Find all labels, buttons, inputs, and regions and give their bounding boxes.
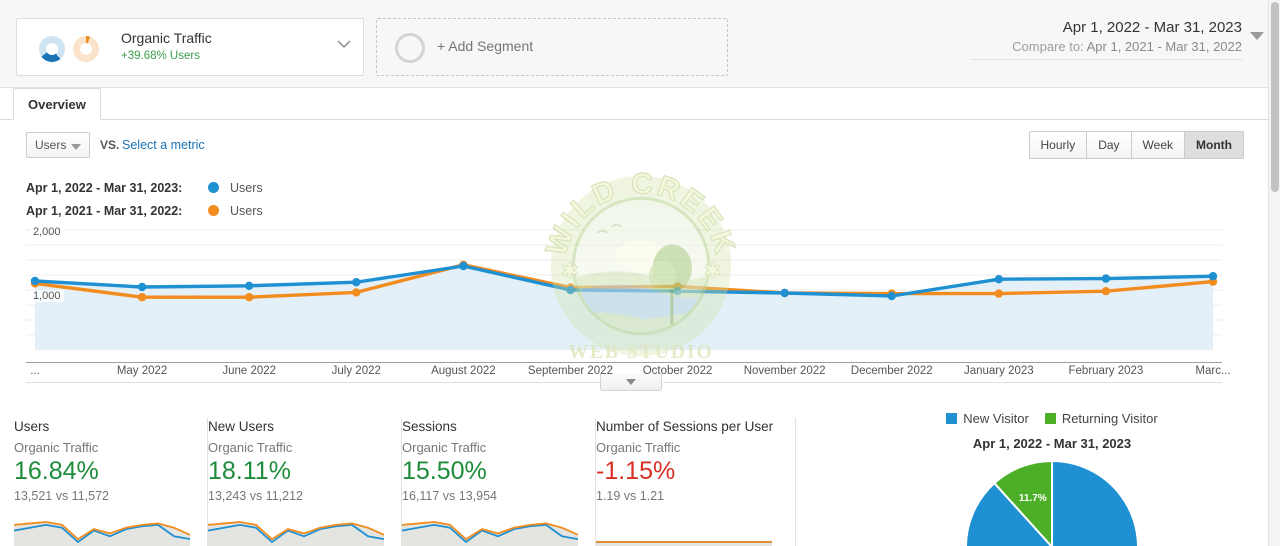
date-range-compare: Compare to: Apr 1, 2021 - Mar 31, 2022	[972, 38, 1242, 56]
pie-legend: New Visitor Returning Visitor	[916, 411, 1188, 426]
vertical-scrollbar[interactable]	[1268, 0, 1280, 546]
empty-circle-icon	[395, 33, 425, 63]
users-over-time-chart[interactable]: 2,000 1,000	[26, 222, 1222, 362]
x-axis-tick: Marc...	[1195, 365, 1231, 377]
metric-card-segment: Organic Traffic	[402, 440, 487, 455]
metric-card-title: Sessions	[402, 419, 457, 434]
legend-row-current: Apr 1, 2022 - Mar 31, 2023: Users	[26, 176, 263, 199]
granularity-day[interactable]: Day	[1087, 132, 1132, 158]
pie-legend-returning-visitor[interactable]: Returning Visitor	[1044, 411, 1158, 426]
metric-controls-row: Users VS. Select a metric Hourly Day Wee…	[0, 121, 1268, 167]
vs-label: VS.	[100, 138, 120, 152]
metric-card-comparison: 16,117 vs 13,954	[402, 489, 497, 503]
legend-label-new-visitor: New Visitor	[963, 411, 1029, 426]
metric-card-sparkline	[596, 541, 772, 546]
legend-dot-current	[208, 182, 219, 193]
metric-card-comparison: 13,243 vs 11,212	[208, 489, 303, 503]
metric-card-comparison: 1.19 vs 1.21	[596, 489, 665, 503]
date-range-primary: Apr 1, 2022 - Mar 31, 2023	[1062, 19, 1242, 36]
line-chart-svg	[26, 222, 1222, 362]
primary-metric-select[interactable]: Users	[26, 132, 90, 158]
legend-dot-compare	[208, 205, 219, 216]
metric-card-segment: Organic Traffic	[596, 440, 681, 455]
segment-bar: Organic Traffic +39.68% Users + Add Segm…	[0, 0, 1268, 88]
metric-card-sessions[interactable]: Sessions Organic Traffic 15.50% 16,117 v…	[402, 418, 596, 546]
metric-card-new-users[interactable]: New Users Organic Traffic 18.11% 13,243 …	[208, 418, 402, 546]
metric-card-title: Number of Sessions per User	[596, 419, 774, 434]
metric-card-sparkline	[402, 521, 578, 546]
date-range-underline	[972, 59, 1242, 60]
metric-card-sessions-per-user[interactable]: Number of Sessions per User Organic Traf…	[596, 418, 796, 546]
add-segment-button[interactable]: + Add Segment	[376, 18, 728, 76]
granularity-week[interactable]: Week	[1131, 132, 1186, 158]
chevron-down-icon[interactable]	[335, 35, 353, 53]
tab-overview[interactable]: Overview	[13, 88, 101, 120]
granularity-month[interactable]: Month	[1185, 132, 1243, 158]
chevron-down-icon	[71, 144, 81, 150]
x-axis-tick: August 2022	[431, 365, 496, 377]
metric-card-segment: Organic Traffic	[14, 440, 99, 455]
x-axis-tick: November 2022	[743, 365, 826, 377]
x-axis-tick: ...	[30, 365, 40, 377]
legend-row-compare: Apr 1, 2021 - Mar 31, 2022: Users	[26, 199, 263, 222]
metric-card-percent: 16.84%	[14, 457, 99, 485]
compare-to-value: Apr 1, 2021 - Mar 31, 2022	[1086, 39, 1242, 54]
metric-card-sparkline	[14, 521, 190, 546]
metric-card-title: Users	[14, 419, 50, 434]
add-segment-label: + Add Segment	[437, 38, 534, 54]
metric-card-percent: 15.50%	[402, 457, 487, 485]
pie-chart-title: Apr 1, 2022 - Mar 31, 2023	[972, 436, 1132, 451]
pie-slice-label: 11.7%	[1019, 493, 1047, 504]
chevron-down-icon[interactable]	[1250, 32, 1264, 40]
metric-card-title: New Users	[208, 419, 275, 434]
x-axis-tick: January 2023	[963, 365, 1034, 377]
select-a-metric-link[interactable]: Select a metric	[122, 138, 205, 152]
pie-legend-new-visitor[interactable]: New Visitor	[946, 411, 1029, 426]
metric-card-sparkline	[208, 521, 384, 546]
chart-collapse-handle[interactable]	[600, 374, 662, 391]
metric-card-comparison: 13,521 vs 11,572	[14, 489, 109, 503]
granularity-hourly[interactable]: Hourly	[1029, 132, 1088, 158]
segment-name: Organic Traffic	[121, 30, 212, 46]
segment-donut-icons	[39, 36, 113, 62]
x-axis-tick: June 2022	[222, 365, 277, 377]
analytics-audience-overview-screen: Organic Traffic +39.68% Users + Add Segm…	[0, 0, 1280, 546]
x-axis-tick: December 2022	[850, 365, 933, 377]
pie-chart-svg[interactable]: 11.7%	[932, 457, 1172, 546]
x-axis-tick: February 2023	[1068, 365, 1144, 377]
tab-overview-label: Overview	[28, 96, 86, 112]
chart-legend: Apr 1, 2022 - Mar 31, 2023: Users Apr 1,…	[26, 176, 263, 222]
legend-metric-current: Users	[230, 180, 263, 195]
x-axis-tick: July 2022	[331, 365, 381, 377]
metric-cards-row: Users Organic Traffic 16.84% 13,521 vs 1…	[14, 418, 914, 546]
segment-delta: +39.68% Users	[121, 50, 200, 62]
legend-swatch-new-visitor	[946, 413, 958, 424]
x-axis-line	[26, 362, 1222, 363]
x-axis-tick: May 2022	[116, 365, 168, 377]
legend-label-returning-visitor: Returning Visitor	[1061, 411, 1158, 426]
compare-to-label: Compare to:	[1012, 39, 1084, 54]
y-axis-label-1000: 1,000	[30, 290, 64, 302]
donut-chart-orange-icon	[73, 36, 99, 62]
primary-metric-value: Users	[35, 138, 67, 152]
metric-card-percent: 18.11%	[208, 457, 291, 485]
legend-date-compare: Apr 1, 2021 - Mar 31, 2022:	[26, 203, 183, 218]
metric-card-users[interactable]: Users Organic Traffic 16.84% 13,521 vs 1…	[14, 418, 208, 546]
segment-card-organic-traffic[interactable]: Organic Traffic +39.68% Users	[16, 18, 364, 76]
metric-card-percent: -1.15%	[596, 457, 676, 485]
granularity-button-group: Hourly Day Week Month	[1028, 131, 1244, 159]
legend-swatch-returning-visitor	[1044, 413, 1056, 424]
legend-metric-compare: Users	[230, 203, 263, 218]
y-axis-label-2000: 2,000	[30, 226, 64, 238]
metric-card-segment: Organic Traffic	[208, 440, 293, 455]
date-range-selector[interactable]: Apr 1, 2022 - Mar 31, 2023 Compare to: A…	[972, 18, 1264, 60]
vertical-scrollbar-thumb[interactable]	[1271, 2, 1279, 192]
tab-strip: Overview	[0, 88, 1268, 120]
legend-date-current: Apr 1, 2022 - Mar 31, 2023:	[26, 180, 183, 195]
new-vs-returning-panel: New Visitor Returning Visitor Apr 1, 202…	[916, 405, 1216, 546]
donut-chart-blue-icon	[39, 36, 65, 62]
